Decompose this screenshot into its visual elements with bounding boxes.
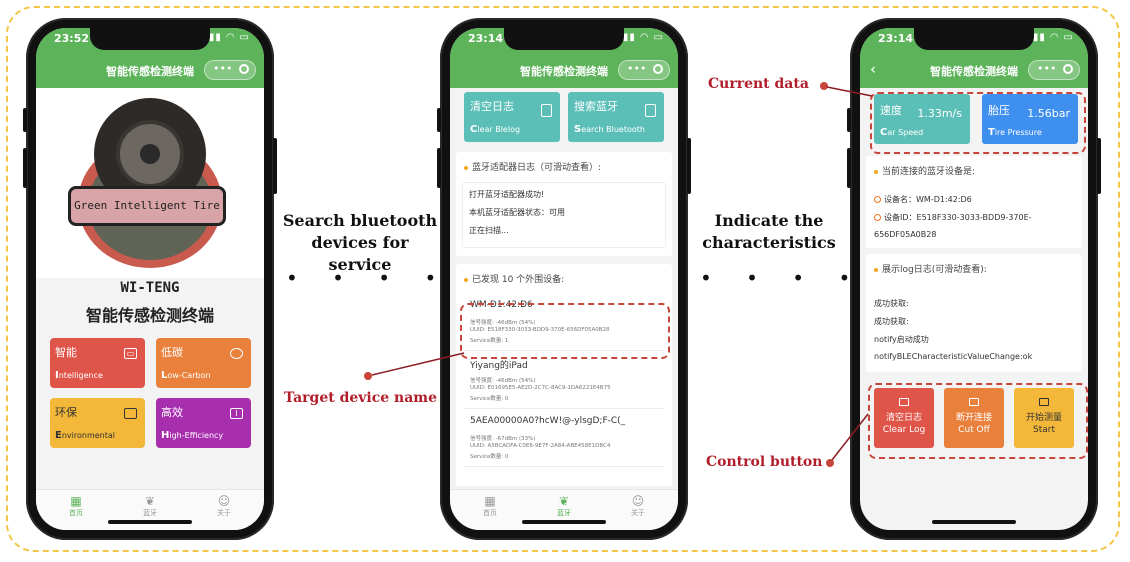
document-icon	[541, 104, 552, 117]
tile-environmental[interactable]: 环保 Environmental	[50, 398, 145, 448]
control-button-highlight	[868, 383, 1088, 459]
soundwave-icon	[645, 104, 656, 117]
close-circle-icon[interactable]	[1063, 64, 1073, 74]
annotation-current-data: Current data	[708, 76, 809, 92]
menu-capsule[interactable]: •••	[204, 60, 256, 80]
phone-home: 23:52 ▮▮ ◠ ▭ 智能传感检测终端 ••• ★ ★ Green Inte…	[23, 18, 277, 540]
tab-home[interactable]: ▦ 首页	[46, 494, 106, 518]
connected-device-heading: 当前连接的蓝牙设备是:	[882, 167, 976, 177]
signal-wifi-battery-icon: ▮▮ ◠ ▭	[1032, 32, 1074, 43]
grid-icon: ▦	[70, 494, 82, 508]
nav-bar: ‹ 智能传感检测终端 •••	[860, 54, 1088, 88]
device-name-line: 设备名：WM-D1:42:D6	[874, 194, 972, 205]
clear-blelog-button[interactable]: 清空日志 Clear Blelog	[464, 92, 560, 142]
user-icon: ☺	[631, 494, 645, 508]
log-heading: 展示log日志(可滑动查看):	[882, 265, 987, 275]
grid-icon: ▦	[484, 494, 496, 508]
status-time: 23:14	[878, 32, 914, 45]
current-data-connector	[820, 82, 873, 97]
signal-wifi-battery-icon: ▮▮ ◠ ▭	[622, 32, 664, 43]
device-list-panel: 已发现 10 个外围设备: WM-D1:42:D6 信号强度: -46dBm (…	[456, 264, 672, 486]
bluetooth-badge-icon	[874, 214, 881, 221]
annotation-indicate: Indicate the characteristics	[702, 211, 836, 252]
brand-name-en: WI-TENG	[120, 280, 180, 296]
tile-intelligence[interactable]: 智能 Intelligence ▭	[50, 338, 145, 388]
card-icon: ▭	[124, 348, 137, 359]
adapter-log-heading: 蓝牙适配器日志（可滑动查看）:	[472, 163, 602, 173]
signal-wifi-battery-icon: ▮▮ ◠ ▭	[208, 32, 250, 43]
nav-bar: 智能传感检测终端 •••	[450, 54, 678, 88]
user-icon: ☺	[217, 494, 231, 508]
device-id-line-2: 656DF05A0B28	[874, 230, 937, 239]
tab-bluetooth[interactable]: ❦ 蓝牙	[120, 494, 180, 518]
tile-low-carbon[interactable]: 低碳 Low-Carbon	[156, 338, 251, 388]
device-id-line: 设备ID：E518F330-3033-BDD9-370E-	[874, 212, 1032, 223]
device-item[interactable]: Yiyang的iPad 信号强度: -46dBm (54%) UUID: E01…	[464, 352, 664, 409]
more-icon[interactable]: •••	[627, 62, 646, 75]
leaf-icon: ❦	[558, 494, 570, 508]
control-button-connector	[826, 413, 869, 467]
info-icon: I	[230, 408, 243, 419]
current-data-highlight	[870, 92, 1086, 154]
calendar-icon	[124, 408, 137, 419]
adapter-log-box[interactable]: 打开蓝牙适配器成功! 本机蓝牙适配器状态：可用 正在扫描...	[462, 182, 666, 248]
phone-bluetooth: 23:14 ▮▮ ◠ ▭ 智能传感检测终端 ••• 清空日志 Clear Ble…	[437, 18, 691, 540]
annotation-dots-2: • • • •	[700, 266, 865, 290]
adapter-log-panel: 蓝牙适配器日志（可滑动查看）: 打开蓝牙适配器成功! 本机蓝牙适配器状态：可用 …	[456, 152, 672, 256]
annotation-target-device: Target device name	[284, 390, 437, 406]
device-item[interactable]: 5AEA00000A0?hcW!@-ylsgD;F-C(_ 信号强度: -67d…	[464, 410, 664, 467]
tab-bluetooth[interactable]: ❦ 蓝牙	[534, 494, 594, 518]
menu-capsule[interactable]: •••	[618, 60, 670, 80]
search-bluetooth-button[interactable]: 搜索蓝牙 Search Bluetooth	[568, 92, 664, 142]
bluetooth-screen: 23:14 ▮▮ ◠ ▭ 智能传感检测终端 ••• 清空日志 Clear Ble…	[450, 28, 678, 530]
brand-name-zh: 智能传感检测终端	[85, 306, 214, 325]
tab-about[interactable]: ☺ 关于	[608, 494, 668, 518]
status-time: 23:52	[54, 32, 90, 45]
menu-capsule[interactable]: •••	[1028, 60, 1080, 80]
bluetooth-badge-icon	[874, 196, 881, 203]
home-screen: 23:52 ▮▮ ◠ ▭ 智能传感检测终端 ••• ★ ★ Green Inte…	[36, 28, 264, 530]
close-circle-icon[interactable]	[239, 64, 249, 74]
target-device-highlight	[460, 303, 670, 359]
logo-area: ★ ★ Green Intelligent Tire	[36, 88, 264, 278]
tab-home[interactable]: ▦ 首页	[460, 494, 520, 518]
target-device-connector	[364, 352, 465, 380]
connected-device-panel: 当前连接的蓝牙设备是: 设备名：WM-D1:42:D6 设备ID：E518F33…	[866, 156, 1082, 248]
annotation-dots-1: • • • •	[286, 266, 451, 290]
leaf-icon: ❦	[144, 494, 156, 508]
more-icon[interactable]: •••	[1037, 62, 1056, 75]
logo-banner: Green Intelligent Tire	[68, 186, 226, 226]
tab-about[interactable]: ☺ 关于	[194, 494, 254, 518]
nav-bar: 智能传感检测终端 •••	[36, 54, 264, 88]
annotation-control-button: Control button	[706, 454, 823, 470]
more-icon[interactable]: •••	[213, 62, 232, 75]
log-panel[interactable]: 展示log日志(可滑动查看): 成功获取: 成功获取: notify启动成功 n…	[866, 254, 1082, 372]
palette-icon	[230, 348, 243, 359]
status-time: 23:14	[468, 32, 504, 45]
device-count-heading: 已发现 10 个外围设备:	[472, 275, 565, 285]
close-circle-icon[interactable]	[653, 64, 663, 74]
tile-high-efficiency[interactable]: 高效 High-Efficiency I	[156, 398, 251, 448]
